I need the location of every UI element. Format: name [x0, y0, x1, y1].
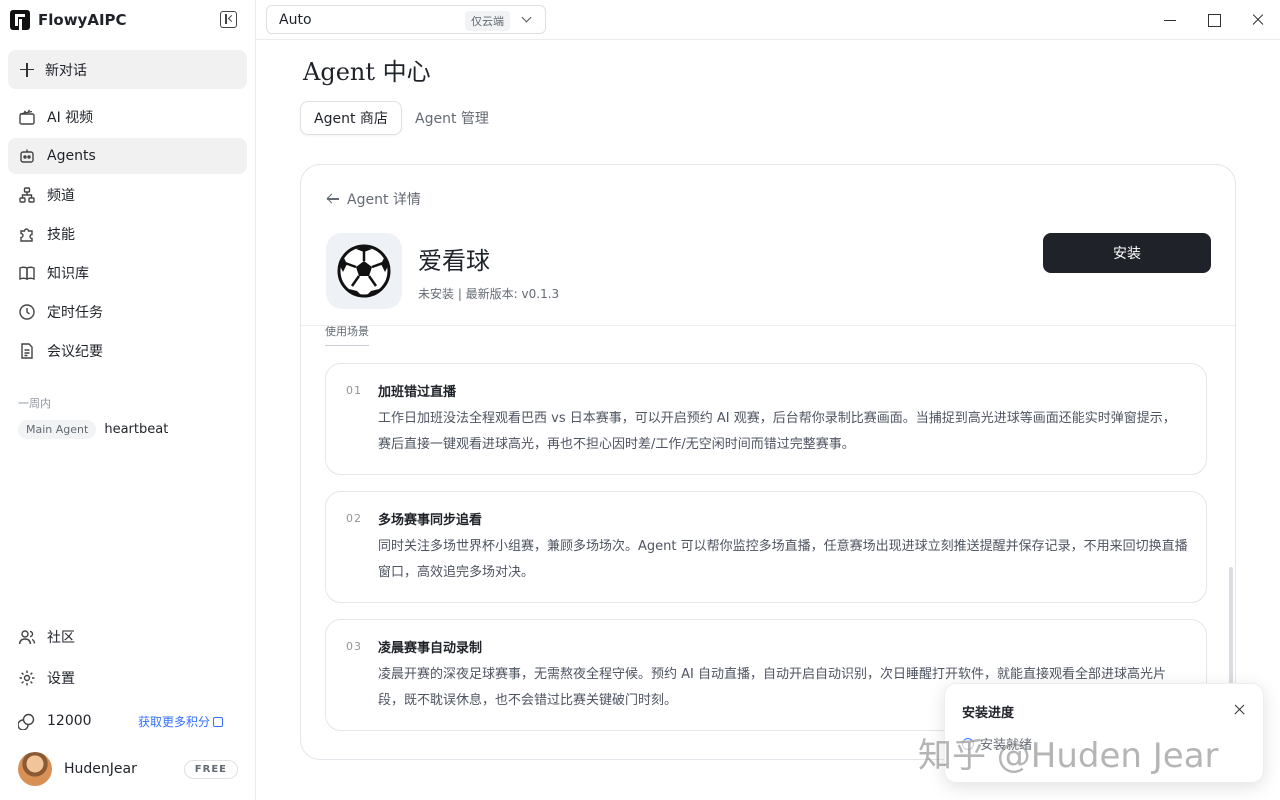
- channel-icon: [18, 186, 36, 204]
- sidebar-item-label: Agents: [47, 148, 96, 164]
- agent-meta: 未安装 | 最新版本: v0.1.3: [418, 287, 560, 301]
- back-button[interactable]: Agent 详情: [327, 189, 421, 209]
- top-bar: Auto 仅云端: [256, 0, 1280, 40]
- book-icon: [18, 264, 36, 282]
- sidebar-item-skills[interactable]: 技能: [8, 216, 247, 252]
- brand: FlowyAIPC: [10, 8, 127, 32]
- settings-button[interactable]: 设置: [18, 668, 75, 688]
- model-tag: 仅云端: [465, 11, 510, 31]
- clock-icon: [18, 303, 36, 321]
- history-section-label: 一周内: [18, 397, 51, 410]
- scene-number: 02: [346, 512, 362, 525]
- install-button[interactable]: 安装: [1043, 233, 1211, 273]
- sidebar-item-scheduled-tasks[interactable]: 定时任务: [8, 294, 247, 330]
- scene-card: 01 加班错过直播 工作日加班没法全程观看巴西 vs 日本赛事，可以开启预约 A…: [325, 363, 1207, 475]
- app-logo-icon: [10, 10, 30, 30]
- header-divider: [301, 325, 1235, 326]
- gear-icon: [18, 669, 36, 687]
- robot-icon: [18, 147, 36, 165]
- scene-description: 工作日加班没法全程观看巴西 vs 日本赛事，可以开启预约 AI 观赛，后台帮你录…: [378, 411, 1176, 452]
- scene-card: 02 多场赛事同步追看 同时关注多场世界杯小组赛，兼顾多场场次。Agent 可以…: [325, 491, 1207, 603]
- avatar: [18, 752, 52, 786]
- video-icon: [18, 108, 36, 126]
- document-icon: [18, 342, 36, 360]
- agent-name: 爱看球: [418, 247, 490, 275]
- community-button[interactable]: 社区: [18, 627, 75, 647]
- agent-detail-card: Agent 详情 爱看球 未安装 | 最新版本: v0.1.3 安装 使用场景 …: [300, 164, 1236, 760]
- sidebar-item-label: 定时任务: [47, 305, 103, 321]
- toast-title: 安装进度: [962, 706, 1015, 721]
- close-icon[interactable]: [1233, 704, 1245, 716]
- tab-agent-management[interactable]: Agent 管理: [410, 101, 494, 135]
- history-item[interactable]: Main Agent heartbeat: [18, 420, 168, 439]
- users-icon: [18, 628, 36, 646]
- points-display: 12000: [18, 712, 92, 730]
- sidebar-item-label: 会议纪要: [47, 344, 103, 360]
- sidebar-item-ai-video[interactable]: AI 视频: [8, 99, 247, 135]
- tab-agent-store[interactable]: Agent 商店: [300, 101, 402, 135]
- sidebar-item-label: 频道: [47, 188, 75, 204]
- sidebar-item-label: 知识库: [47, 266, 89, 282]
- puzzle-icon: [18, 225, 36, 243]
- scene-number: 03: [346, 640, 362, 653]
- get-more-points-link[interactable]: 获取更多积分: [138, 713, 224, 730]
- model-value: Auto: [279, 11, 312, 28]
- points-link-label: 获取更多积分: [138, 715, 211, 729]
- model-select[interactable]: Auto 仅云端: [266, 5, 546, 34]
- plus-icon: [20, 62, 34, 77]
- app-name: FlowyAIPC: [38, 11, 127, 29]
- sidebar: FlowyAIPC 新对话 AI 视频 Agents 频道 技能 知识库 定时任…: [0, 0, 256, 800]
- history-title: heartbeat: [104, 422, 169, 437]
- arrow-left-icon: [327, 193, 339, 205]
- usage-scenarios-label: 使用场景: [325, 323, 369, 346]
- back-label: Agent 详情: [347, 192, 421, 208]
- user-profile[interactable]: HudenJear FREE: [18, 752, 238, 786]
- sidebar-item-agents[interactable]: Agents: [8, 138, 247, 174]
- page-title: Agent 中心: [303, 58, 431, 86]
- maximize-window-icon[interactable]: [1206, 12, 1222, 28]
- agent-tag: Main Agent: [18, 420, 97, 439]
- scene-title: 凌晨赛事自动录制: [378, 641, 483, 656]
- scene-number: 01: [346, 384, 362, 397]
- chevron-down-icon: [521, 12, 532, 23]
- sidebar-item-label: AI 视频: [47, 110, 94, 126]
- scene-description: 同时关注多场世界杯小组赛，兼顾多场场次。Agent 可以帮你监控多场直播，任意赛…: [378, 539, 1188, 580]
- watermark: 知乎 @Huden Jear: [918, 736, 1219, 776]
- plan-badge: FREE: [183, 759, 238, 779]
- sidebar-item-knowledge-base[interactable]: 知识库: [8, 255, 247, 291]
- user-name: HudenJear: [64, 761, 137, 777]
- new-chat-button[interactable]: 新对话: [8, 50, 247, 89]
- close-window-icon[interactable]: [1250, 12, 1266, 28]
- scene-title: 加班错过直播: [378, 385, 457, 400]
- sidebar-item-meeting-notes[interactable]: 会议纪要: [8, 333, 247, 369]
- external-link-icon: [213, 716, 224, 727]
- collapse-sidebar-icon[interactable]: [220, 11, 237, 28]
- minimize-window-icon[interactable]: [1162, 12, 1178, 28]
- soccer-ball-icon: [326, 233, 402, 309]
- coins-icon: [18, 712, 36, 730]
- scene-title: 多场赛事同步追看: [378, 513, 483, 528]
- sidebar-item-channel[interactable]: 频道: [8, 177, 247, 213]
- sidebar-item-label: 技能: [47, 227, 75, 243]
- points-value: 12000: [47, 713, 92, 729]
- new-chat-label: 新对话: [45, 62, 87, 79]
- community-label: 社区: [47, 630, 75, 646]
- settings-label: 设置: [47, 671, 75, 687]
